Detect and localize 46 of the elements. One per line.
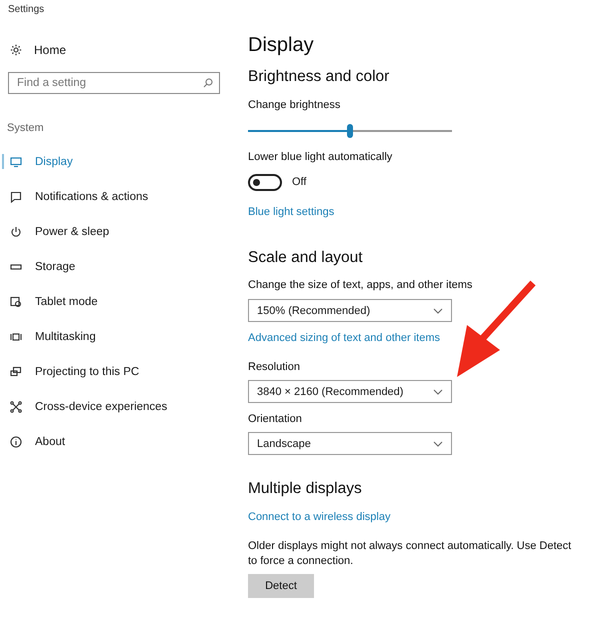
projecting-icon (10, 366, 22, 378)
wireless-display-link[interactable]: Connect to a wireless display (248, 511, 390, 525)
sidebar-item[interactable]: Projecting to this PC (0, 354, 232, 389)
sidebar-item[interactable]: About (0, 424, 232, 459)
sidebar-item[interactable]: Power & sleep (0, 214, 232, 249)
tablet-icon (10, 296, 22, 308)
info-icon (10, 436, 22, 448)
sidebar-item[interactable]: Notifications & actions (0, 179, 232, 214)
search-field[interactable]: Find a setting (8, 72, 220, 94)
resolution-dropdown[interactable]: 3840 × 2160 (Recommended) (248, 380, 452, 403)
window-title: Settings (8, 4, 46, 17)
sidebar-item[interactable]: Display (0, 144, 232, 179)
orientation-dropdown[interactable]: Landscape (248, 432, 452, 455)
brightness-slider[interactable] (248, 124, 452, 138)
toggle-label: Lower blue light automatically (248, 151, 394, 165)
field-label: Resolution (248, 361, 301, 375)
search-icon (203, 78, 213, 88)
section-heading: Multiple displays (248, 480, 363, 499)
speech-bubble-icon (10, 190, 22, 202)
scale-dropdown[interactable]: 150% (Recommended) (248, 299, 452, 322)
section-label: System (7, 122, 45, 136)
power-icon (10, 226, 22, 238)
section-heading: Scale and layout (248, 249, 364, 268)
field-label: Change the size of text, apps, and other items (248, 279, 474, 293)
page-title: Display (248, 34, 315, 58)
field-label: Orientation (248, 413, 303, 427)
chevron-down-icon (433, 440, 443, 446)
sidebar-item[interactable]: Multitasking (0, 319, 232, 354)
chevron-down-icon (433, 388, 443, 394)
night-light-settings-link[interactable]: Blue light settings (248, 206, 334, 220)
slider-label: Change brightness (248, 99, 342, 113)
toggle-switch[interactable] (248, 174, 282, 190)
monitor-icon (10, 156, 22, 168)
home-link[interactable]: Home (10, 42, 232, 58)
chevron-down-icon (433, 308, 443, 314)
cross-device-icon (10, 400, 22, 412)
sidebar-item[interactable]: Tablet mode (0, 284, 232, 319)
detect-note: Older displays might not always connect automatically. Use Detect to force a connection. (248, 539, 572, 569)
detect-button[interactable]: Detect (248, 574, 314, 598)
multitasking-icon (10, 330, 22, 342)
slider-thumb[interactable] (347, 124, 353, 138)
toggle-state: Off (292, 176, 306, 188)
advanced-sizing-link[interactable]: Advanced sizing of text and other items (248, 332, 440, 346)
section-heading: Brightness and color (248, 68, 390, 87)
sidebar-item[interactable]: Storage (0, 249, 232, 284)
sidebar-item[interactable]: Cross-device experiences (0, 389, 232, 424)
